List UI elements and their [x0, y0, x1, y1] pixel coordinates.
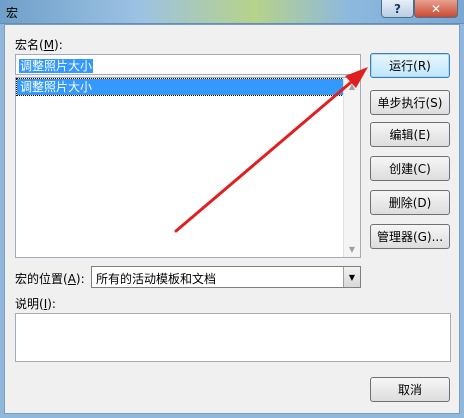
title-bar[interactable]: 宏 ? ✕ — [0, 0, 464, 24]
list-scrollbar[interactable]: ▲ ▼ — [343, 78, 360, 257]
edit-button[interactable]: 编辑(E) — [370, 122, 450, 147]
location-select[interactable]: 所有的活动模板和文档 ▼ — [91, 266, 361, 288]
close-button[interactable]: ✕ — [414, 0, 458, 18]
run-button[interactable]: 运行(R) — [370, 53, 450, 78]
scroll-down-icon[interactable]: ▼ — [344, 241, 360, 257]
macro-name-label: 宏名(M): — [15, 38, 63, 52]
location-value: 所有的活动模板和文档 — [96, 272, 217, 286]
description-box[interactable] — [15, 313, 451, 362]
location-label: 宏的位置(A): — [15, 272, 85, 286]
list-item[interactable]: 调整照片大小 — [16, 78, 344, 96]
help-button[interactable]: ? — [381, 0, 414, 18]
delete-button[interactable]: 删除(D) — [370, 190, 450, 215]
description-label: 说明(I): — [15, 297, 56, 311]
macro-name-input[interactable]: 调整照片大小 — [15, 54, 361, 75]
scroll-up-icon[interactable]: ▲ — [344, 78, 360, 94]
window-title: 宏 — [6, 6, 19, 20]
cancel-button[interactable]: 取消 — [370, 377, 450, 402]
step-into-button[interactable]: 单步执行(S) — [370, 90, 450, 115]
macro-name-value: 调整照片大小 — [19, 59, 94, 73]
macro-dialog: 宏名(M): 调整照片大小 调整照片大小 ▲ ▼ 运行(R) 单步执行(S) 编… — [4, 24, 460, 414]
macro-list[interactable]: 调整照片大小 ▲ ▼ — [15, 77, 361, 258]
organizer-button[interactable]: 管理器(G)... — [370, 224, 450, 249]
create-button[interactable]: 创建(C) — [370, 156, 450, 181]
chevron-down-icon[interactable]: ▼ — [343, 267, 360, 287]
